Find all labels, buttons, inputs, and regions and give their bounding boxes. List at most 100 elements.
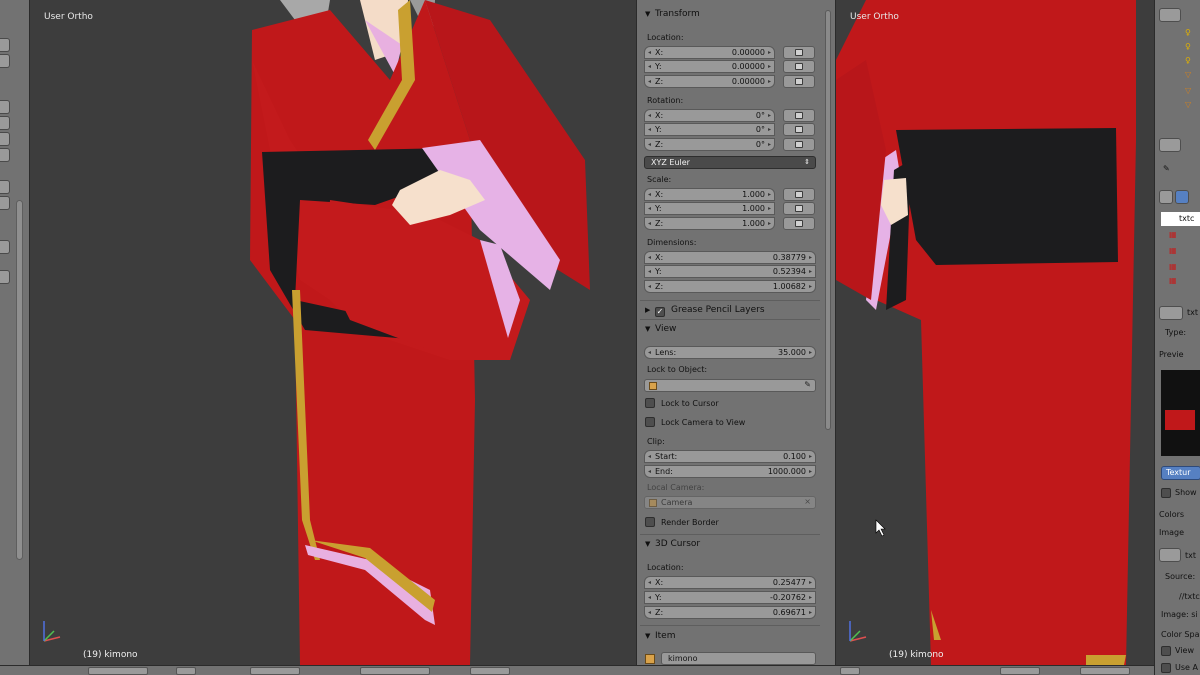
location-z-field[interactable]: ◂ Z: 0.00000 ▸ [644,75,775,88]
tool-tab[interactable] [0,148,10,162]
3d-viewport-left[interactable]: User Ortho (19) kimono [30,0,636,665]
grease-pencil-panel-header[interactable]: ▶ ✓ Grease Pencil Layers [645,305,765,317]
file-path-field[interactable]: //txtc [1179,592,1200,601]
viewport-shading-button[interactable] [176,667,196,675]
mode-dropdown[interactable] [1000,667,1040,675]
pin-icon[interactable]: ✎ [1163,164,1170,173]
texture-context-button[interactable] [1159,190,1173,204]
scene-camera-icon[interactable]: ▽ [1185,86,1191,95]
lock-rotation-y-icon[interactable] [783,123,815,136]
rotation-y-field[interactable]: ◂ Y: 0° ▸ [644,123,775,136]
scene-light-icon[interactable]: ♀ [1185,42,1191,51]
texture-browse-button[interactable] [1159,306,1183,320]
panel-divider [640,300,820,301]
dimensions-label: Dimensions: [647,238,697,247]
npanel-scrollbar[interactable] [825,10,831,430]
editor-type-button[interactable] [840,667,860,675]
lock-location-z-icon[interactable] [783,75,815,88]
grease-pencil-checkbox[interactable]: ✓ [655,307,665,317]
image-panel-header[interactable]: Image [1159,528,1184,537]
texture-name-field[interactable]: txt [1187,308,1198,317]
3d-cursor-panel-header[interactable]: ▼ 3D Cursor [645,539,700,549]
lock-location-x-icon[interactable] [783,46,815,59]
location-x-field[interactable]: ◂ X: 0.00000 ▸ [644,46,775,59]
outliner-display-mode-button[interactable] [1159,8,1181,22]
editor-type-button[interactable] [1159,138,1181,152]
item-panel-header[interactable]: ▼ Item [645,631,676,641]
dimensions-y-field[interactable]: ◂ Y: 0.52394 ▸ [644,265,816,278]
texture-slot-icon[interactable]: ▦ [1169,246,1177,255]
scale-z-field[interactable]: ◂ Z: 1.000 ▸ [644,217,775,230]
scene-camera-icon[interactable]: ▽ [1185,70,1191,79]
type-label: Type: [1165,328,1187,337]
tool-tab[interactable] [0,54,10,68]
tool-tab[interactable] [0,240,10,254]
lock-to-object-field[interactable]: ✎ [644,379,816,392]
tool-tab[interactable] [0,196,10,210]
scale-x-field[interactable]: ◂ X: 1.000 ▸ [644,188,775,201]
view-panel-header[interactable]: ▼ View [645,324,676,334]
lock-location-y-icon[interactable] [783,60,815,73]
clip-end-field[interactable]: ◂ End: 1000.000 ▸ [644,465,816,478]
dimensions-x-field[interactable]: ◂ X: 0.38779 ▸ [644,251,816,264]
tool-tab[interactable] [0,132,10,146]
image-name-field[interactable]: txt [1185,551,1196,560]
scene-light-icon[interactable]: ♀ [1185,56,1191,65]
preview-panel-header[interactable]: Previe [1159,350,1184,359]
cursor-x-field[interactable]: ◂ X: 0.25477 ▸ [644,576,816,589]
eyedropper-icon[interactable]: ✎ [804,380,811,389]
lock-camera-to-view-checkbox[interactable]: Lock Camera to View [645,417,745,427]
texture-slot-active[interactable]: txtc [1161,212,1200,226]
lock-scale-y-icon[interactable] [783,202,815,215]
texture-context-active-button[interactable] [1175,190,1189,204]
snap-buttons[interactable] [470,667,510,675]
colors-panel-header[interactable]: Colors [1159,510,1184,519]
scale-y-field[interactable]: ◂ Y: 1.000 ▸ [644,202,775,215]
dimensions-z-field[interactable]: ◂ Z: 1.00682 ▸ [644,280,816,293]
collapse-triangle-icon: ▼ [645,632,651,640]
object-name-field[interactable]: kimono [661,652,816,665]
show-checkbox[interactable] [1161,488,1171,498]
transform-panel-header[interactable]: ▼ Transform [645,9,700,19]
clear-icon: × [804,497,811,506]
location-y-field[interactable]: ◂ Y: 0.00000 ▸ [644,60,775,73]
lock-rotation-z-icon[interactable] [783,138,815,151]
lock-to-cursor-checkbox[interactable]: Lock to Cursor [645,398,719,408]
toolshelf-scrollbar[interactable] [16,200,23,560]
clip-label: Clip: [647,437,665,446]
texture-slot-icon[interactable]: ▦ [1169,276,1177,285]
tool-tab[interactable] [0,38,10,52]
image-browse-button[interactable] [1159,548,1181,562]
lock-scale-z-icon[interactable] [783,217,815,230]
lock-rotation-x-icon[interactable] [783,109,815,122]
clip-start-field[interactable]: ◂ Start: 0.100 ▸ [644,450,816,463]
tool-tab[interactable] [0,180,10,194]
lens-field[interactable]: ◂ Lens: 35.000 ▸ [644,346,816,359]
texture-slot-icon[interactable]: ▦ [1169,262,1177,271]
use-alpha-checkbox[interactable] [1161,663,1171,673]
tool-tab[interactable] [0,116,10,130]
layer-buttons[interactable] [360,667,430,675]
object-cube-icon [649,382,657,390]
render-border-checkbox[interactable]: Render Border [645,517,719,527]
view-as-render-checkbox[interactable] [1161,646,1171,656]
scene-light-icon[interactable]: ♀ [1185,28,1191,37]
cursor-y-field[interactable]: ◂ Y: -0.20762 ▸ [644,591,816,604]
object-cube-icon [645,654,655,664]
lock-scale-x-icon[interactable] [783,188,815,201]
mode-dropdown[interactable] [88,667,148,675]
scene-camera-icon[interactable]: ▽ [1185,100,1191,109]
texture-tab-button[interactable]: Textur [1161,466,1200,480]
cursor-z-field[interactable]: ◂ Z: 0.69671 ▸ [644,606,816,619]
rotation-z-field[interactable]: ◂ Z: 0° ▸ [644,138,775,151]
texture-slot-icon[interactable]: ▦ [1169,230,1177,239]
tool-tab[interactable] [0,270,10,284]
3d-viewport-right[interactable]: User Ortho (19) kimono [836,0,1154,665]
rotation-x-field[interactable]: ◂ X: 0° ▸ [644,109,775,122]
transform-manipulator-buttons[interactable] [250,667,300,675]
viewport-shading-button[interactable] [1080,667,1130,675]
show-label: Show [1175,488,1197,497]
texture-preview-image [1161,370,1200,456]
rotation-mode-dropdown[interactable]: XYZ Euler ⇕ [644,156,816,169]
tool-tab[interactable] [0,100,10,114]
